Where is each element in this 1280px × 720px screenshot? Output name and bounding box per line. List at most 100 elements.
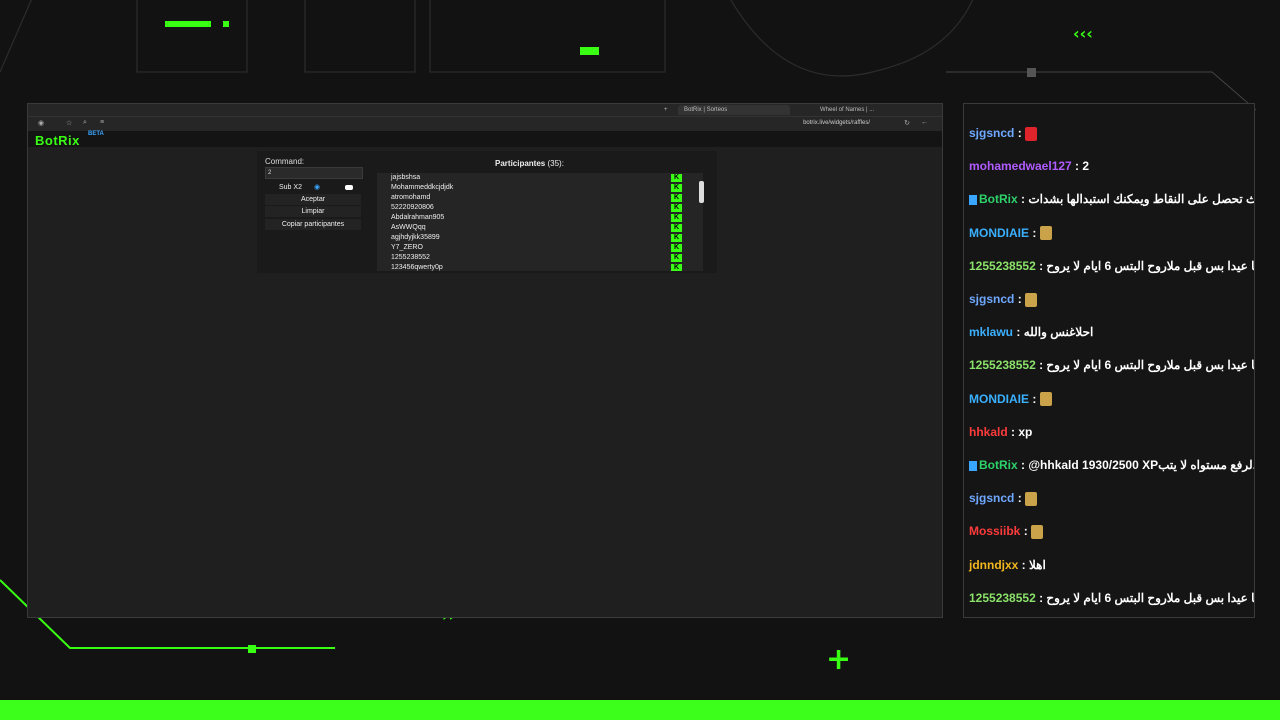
eye-icon: ◉ [314,184,321,191]
kick-platform-icon: K [671,214,682,222]
chat-text: : 2 [1071,159,1090,174]
chat-username[interactable]: BotRix [979,192,1018,206]
participant-name: 1255238552 [391,254,430,261]
emote-icon [1031,525,1044,540]
chat-username[interactable]: sjgsncd [969,292,1014,306]
chat-message: hhkald : xp [969,425,1032,439]
participant-name: Mohammeddkcjdjdk [391,184,454,191]
kick-platform-icon: K [671,244,682,252]
chat-username[interactable]: Mossiibk [969,524,1020,538]
chat-text: : اهلا [1018,557,1046,572]
bot-badge-icon [969,460,977,471]
chevrons-left-icon: ‹‹‹ [1073,24,1093,43]
plus-icon: + [826,642,852,677]
chat-text: : [1014,491,1026,506]
kick-platform-icon: K [671,234,682,242]
kick-platform-icon: K [671,204,682,212]
chat-message: mohamedwael127 : 2 [969,159,1089,173]
chat-text: : xp [1007,424,1033,439]
chat-message: sjgsncd : [969,491,1038,507]
kick-platform-icon: K [671,194,682,202]
chat-username[interactable]: MONDIAIE [969,392,1029,406]
chat-username[interactable]: 1255238552 [969,358,1036,372]
accept-button[interactable]: Aceptar [265,194,361,205]
participant-row: Mohammeddkcjdjdk K [377,183,703,193]
participants-title: Participantes (35): [495,159,564,168]
copy-participants-button[interactable]: Copiar participantes [265,219,361,230]
emote-icon [1025,292,1038,307]
participant-row: 52220920806 K [377,203,703,213]
chat-username[interactable]: BotRix [979,458,1018,472]
tab-botrix[interactable]: BotRix | Sorteos [678,105,790,115]
scrollbar[interactable] [699,175,704,271]
chat-username[interactable]: MONDIAIE [969,226,1029,240]
participant-name: AsWWQqq [391,224,426,231]
chat-username[interactable]: sjgsncd [969,126,1014,140]
kick-platform-icon: K [671,174,682,182]
chat-username[interactable]: jdnndjxx [969,558,1018,572]
kick-platform-icon: K [671,254,682,262]
chat-username[interactable]: hhkald [969,425,1008,439]
participant-name: agjhdyjkk35899 [391,234,440,241]
chat-message: 1255238552 : يا عيدا بس قبل ملاروح البتس… [969,590,1255,605]
top-navbar: BotRix BETA [28,131,942,148]
kick-platform-icon: K [671,224,682,232]
participant-row: 123456qwerty0p K [377,263,703,271]
participant-row: jajsbshsa K [377,173,703,183]
participant-name: Abdalrahman905 [391,214,445,221]
new-tab-icon[interactable]: + [658,105,674,115]
chat-message: jdnndjxx : اهلا [969,558,1046,572]
command-input[interactable]: 2 [265,167,363,179]
chat-message: 1255238552 : يا عيدا بس قبل ملاروح البتس… [969,358,1254,372]
chat-message: sjgsncd : [969,292,1038,307]
reader-icon[interactable]: ≡ [100,119,104,126]
participants-list[interactable]: jajsbshsa K Mohammeddkcjdjdk Katromohamd K 52… [377,173,703,271]
deco-bar [580,47,599,55]
participant-name: Y7_ZERO [391,244,423,251]
participant-row: atromohamd K [377,193,703,203]
chat-message: MONDIAIE : [969,226,1052,241]
chat-message: MONDIAIE : [969,392,1052,407]
participant-row: Y7_ZERO K [377,243,703,253]
chat-message: BotRix : @hhkald 1930/2500 XPلرفع مستواه… [969,458,1254,472]
emote-icon [1039,392,1052,407]
back-icon[interactable]: ← [921,119,928,126]
tab-wheel-of-names[interactable]: Wheel of Names | ... [814,105,936,115]
emote-icon [1039,226,1052,241]
address-bar[interactable]: ◉ ☆ ⌕ ≡ botrix.live/widgets/raffles/ ↻ ← [28,117,942,132]
chat-text: : يا عيدا بس قبل ملاروح البتس 6 ايام لا … [1035,590,1255,605]
kick-platform-icon: K [671,264,682,271]
chat-text: : [1020,524,1032,539]
search-icon[interactable]: ⌕ [83,119,87,127]
url-text[interactable]: botrix.live/widgets/raffles/ [803,120,870,126]
participant-row: Abdalrahman905 K [377,213,703,223]
chat-username[interactable]: 1255238552 [969,591,1036,605]
clear-button[interactable]: Limpiar [265,206,361,217]
tab-bar: + BotRix | Sorteos Wheel of Names | ... [28,104,942,117]
chat-text: : [1029,391,1040,406]
chat-message: sjgsncd : [969,126,1038,141]
botrix-logo[interactable]: BotRix [35,133,80,148]
chat-text: : يا عيدا بس قبل ملاروح البتس 6 ايام لا … [1035,258,1255,273]
participant-row: AsWWQqq K [377,223,703,233]
beta-badge: BETA [88,131,104,137]
chat-username[interactable]: sjgsncd [969,491,1014,505]
menu-icon[interactable]: ◉ [38,119,44,127]
chat-username[interactable]: mohamedwael127 [969,159,1072,173]
participant-row: 1255238552 K [377,253,703,263]
emote-icon [1025,492,1038,507]
chat-text: : [1014,292,1026,306]
chat-panel: sjgsncd : mohamedwael127 : 2 BotRix : الث… [963,103,1255,618]
chat-username[interactable]: 1255238552 [969,259,1036,273]
sub-x2-toggle-row[interactable]: Sub X2 ◉ [265,182,361,193]
chat-text: : @hhkald 1930/2500 XPلرفع مستواه لا يتب… [1021,458,1254,472]
raffle-panel: Command: 2 Sub X2 ◉ Aceptar Limpiar Copi… [257,151,717,273]
chat-username[interactable]: mklawu [969,325,1013,339]
participant-name: jajsbshsa [391,174,421,181]
sub-x2-toggle[interactable] [345,185,353,190]
star-icon[interactable]: ☆ [66,119,72,127]
participant-row: agjhdyjkk35899 K [377,233,703,243]
bottom-accent-bar [0,700,1280,720]
chat-text: : الثاء تو ايجاك وتلاعك في البث تحصل على… [1021,192,1254,207]
reload-icon[interactable]: ↻ [904,119,910,127]
